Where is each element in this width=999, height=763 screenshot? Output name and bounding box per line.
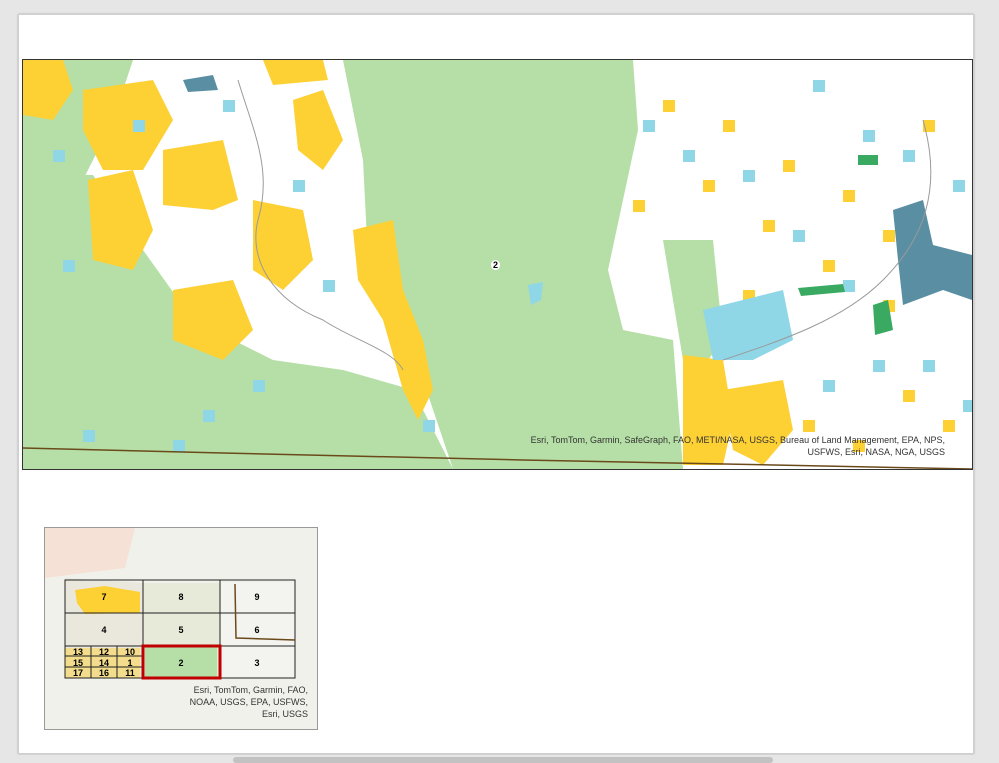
tile-10-label: 10	[125, 647, 135, 657]
tile-12-label: 12	[99, 647, 109, 657]
map-attribution: Esri, TomTom, Garmin, SafeGraph, FAO, ME…	[530, 435, 945, 457]
main-map[interactable]: 2 Esri, TomTom, Garmin, SafeGraph, FAO, …	[22, 59, 973, 470]
tile-6-label: 6	[254, 625, 259, 635]
overview-attribution: Esri, TomTom, Garmin, FAO, NOAA, USGS, E…	[189, 685, 308, 719]
tile-17-label: 17	[73, 668, 83, 678]
tile-14-label: 14	[99, 658, 109, 668]
tile-13-label: 13	[73, 647, 83, 657]
tile-1-label: 1	[127, 658, 132, 668]
tile-2-label: 2	[178, 658, 183, 668]
tile-9-label: 9	[254, 592, 259, 602]
overview-map[interactable]: 7 8 9 4 5 6 13 12 10 15 14 1 17 16 11 2 …	[44, 527, 318, 730]
tile-7-label: 7	[101, 592, 106, 602]
scrollbar-thumb[interactable]	[233, 757, 773, 763]
tile-3-label: 3	[254, 658, 259, 668]
tile-16-label: 16	[99, 668, 109, 678]
map-layout-page: 2 Esri, TomTom, Garmin, SafeGraph, FAO, …	[18, 14, 974, 754]
tile-11-label: 11	[125, 668, 135, 678]
tile-4-label: 4	[101, 625, 106, 635]
map-grid-label: 2	[491, 260, 501, 270]
horizontal-scrollbar[interactable]	[0, 755, 999, 763]
tile-5-label: 5	[178, 625, 183, 635]
tile-15-label: 15	[73, 658, 83, 668]
tile-8-label: 8	[178, 592, 183, 602]
